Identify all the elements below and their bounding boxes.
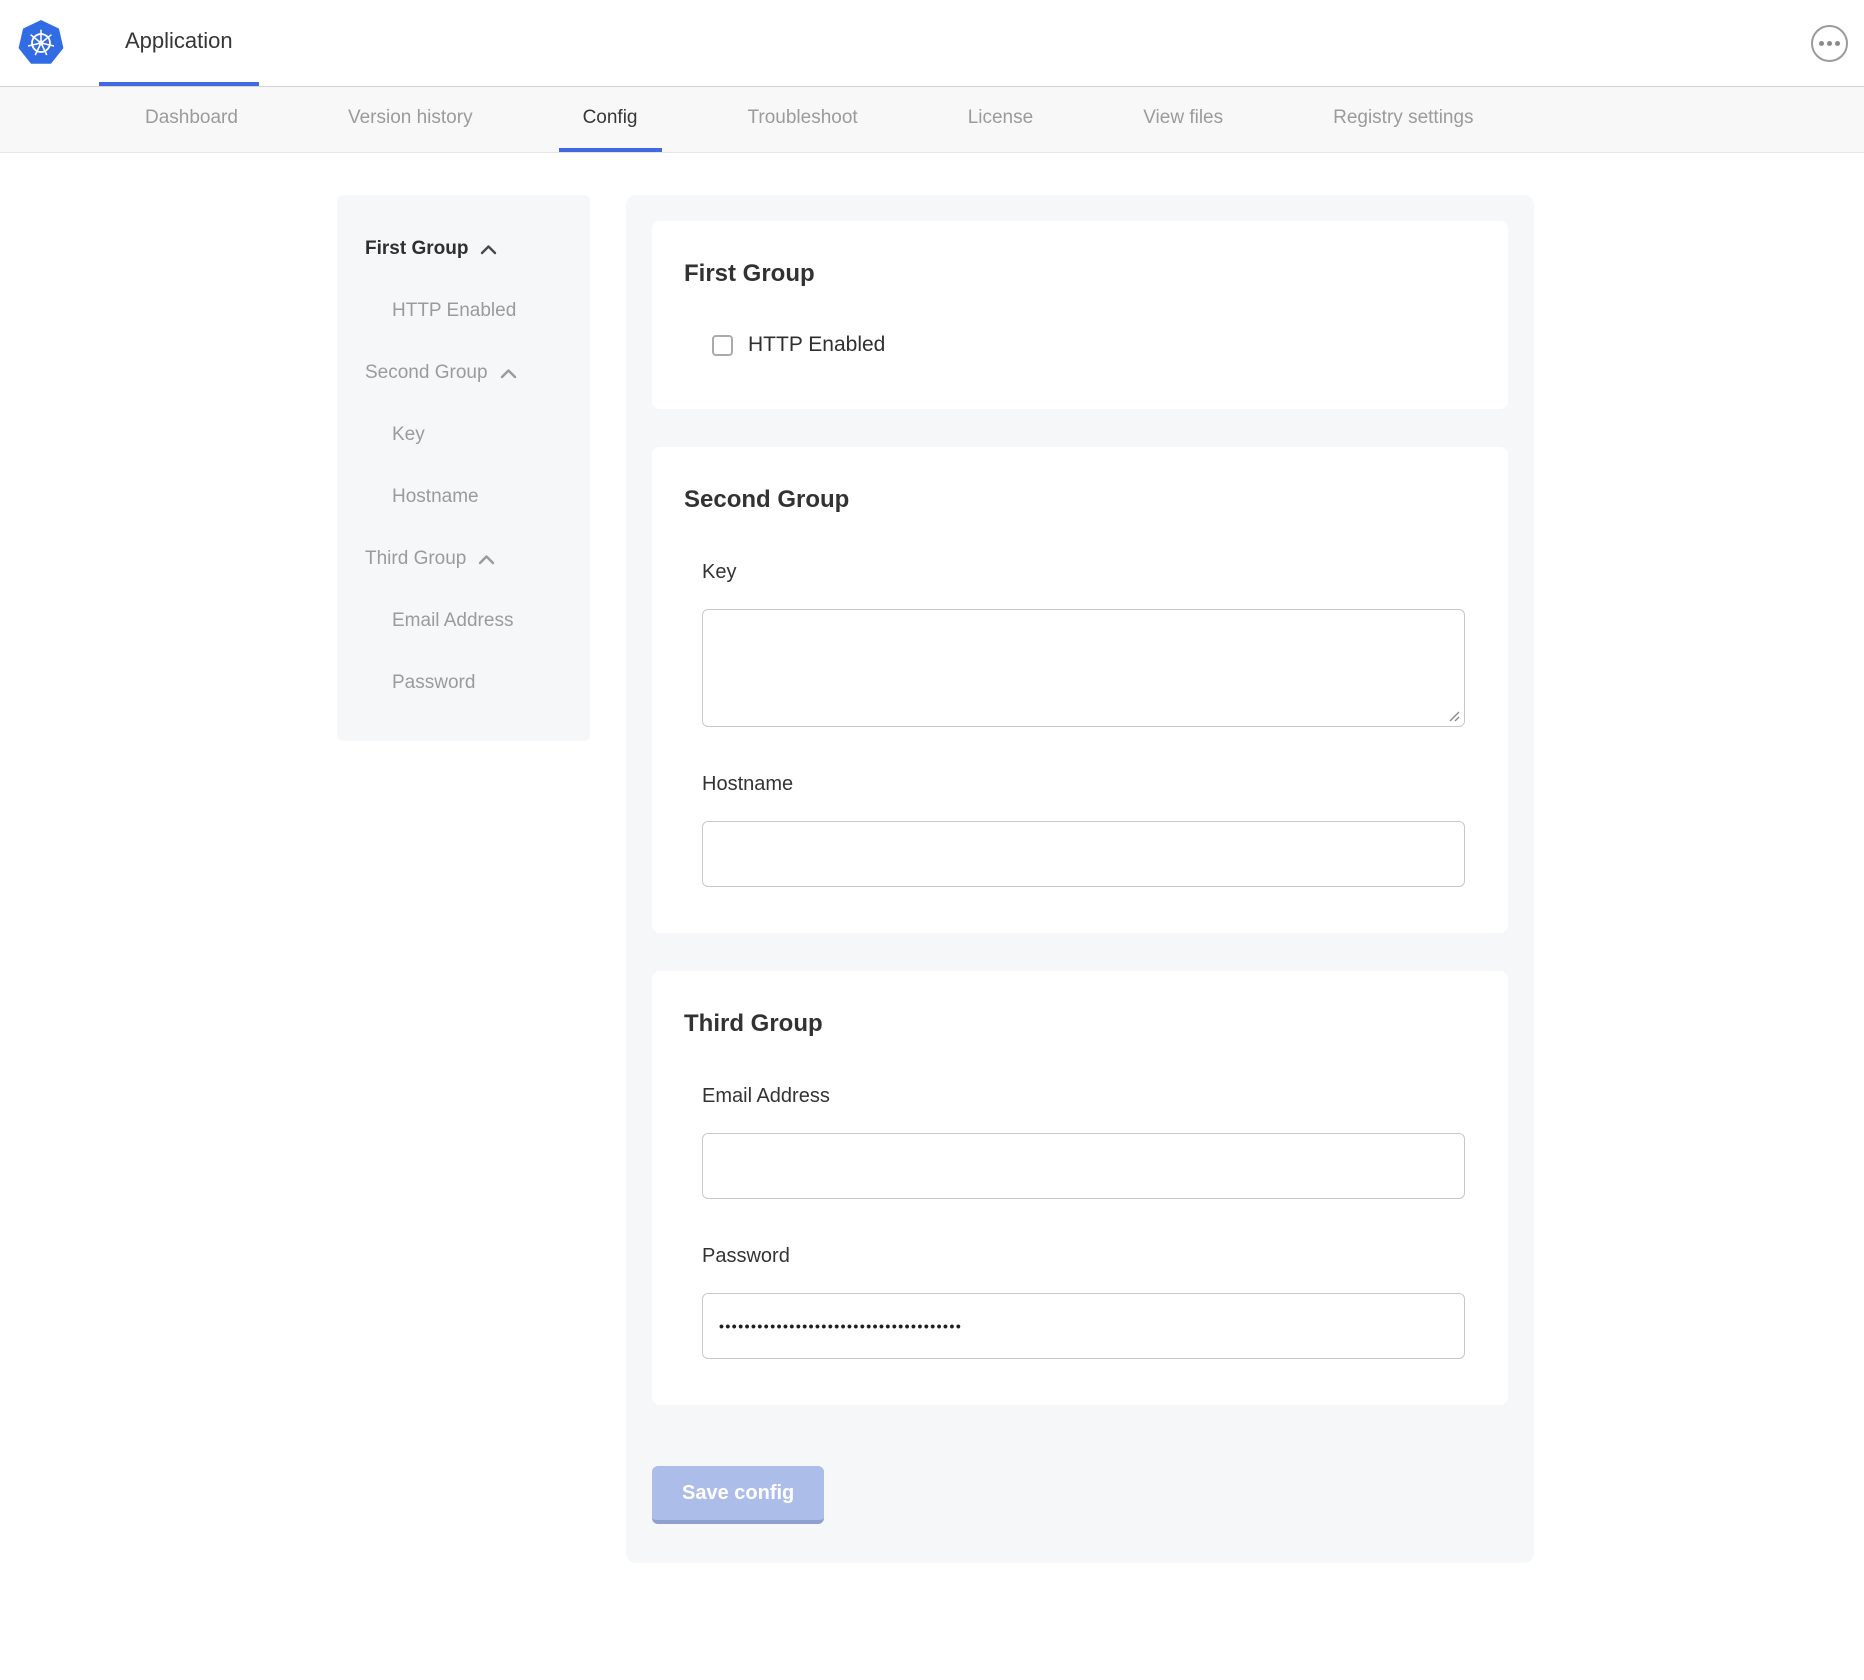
email-address-input[interactable]	[702, 1133, 1465, 1199]
key-field: Key	[702, 559, 1464, 727]
password-label: Password	[702, 1243, 1464, 1269]
config-group-card-third: Third Group Email Address Password	[652, 971, 1508, 1405]
hostname-field: Hostname	[702, 771, 1464, 887]
sidebar-group-label: Second Group	[365, 359, 488, 387]
tab-version-history[interactable]: Version history	[324, 87, 497, 152]
kubernetes-logo-icon	[18, 19, 64, 67]
sidebar-item-email-address[interactable]: Email Address	[365, 607, 570, 635]
sidebar-group-label: Third Group	[365, 545, 466, 573]
chevron-up-icon	[478, 554, 495, 565]
key-textarea[interactable]	[702, 609, 1465, 727]
logo-container	[0, 0, 99, 86]
sidebar-item-hostname[interactable]: Hostname	[365, 483, 570, 511]
tab-troubleshoot[interactable]: Troubleshoot	[724, 87, 882, 152]
group-title: Second Group	[684, 485, 1464, 515]
email-address-label: Email Address	[702, 1083, 1464, 1109]
tab-config[interactable]: Config	[559, 87, 662, 152]
group-title: Third Group	[684, 1009, 1464, 1039]
email-address-field: Email Address	[702, 1083, 1464, 1199]
chevron-up-icon	[500, 368, 517, 379]
group-title: First Group	[684, 259, 1464, 289]
hostname-label: Hostname	[702, 771, 1464, 797]
password-input[interactable]	[702, 1293, 1465, 1359]
sidebar-group-second-group[interactable]: Second Group	[365, 359, 570, 387]
config-page: First Group HTTP Enabled Second Group Ke…	[0, 153, 1864, 1563]
hostname-input[interactable]	[702, 821, 1465, 887]
http-enabled-field: HTTP Enabled	[712, 333, 1464, 357]
tab-dashboard[interactable]: Dashboard	[121, 87, 262, 152]
app-header: Application	[0, 0, 1864, 87]
key-label: Key	[702, 559, 1464, 585]
sidebar-item-key[interactable]: Key	[365, 421, 570, 449]
config-form-area: First Group HTTP Enabled Second Group Ke…	[626, 195, 1534, 1563]
sidebar-group-third-group[interactable]: Third Group	[365, 545, 570, 573]
password-field: Password	[702, 1243, 1464, 1359]
tab-registry-settings[interactable]: Registry settings	[1309, 87, 1497, 152]
application-tab-label: Application	[125, 28, 233, 54]
config-group-card-second: Second Group Key Hostname	[652, 447, 1508, 933]
overflow-menu-button[interactable]	[1811, 25, 1848, 62]
config-sidebar: First Group HTTP Enabled Second Group Ke…	[337, 195, 590, 741]
save-config-button[interactable]: Save config	[652, 1466, 824, 1524]
sidebar-group-first-group[interactable]: First Group	[365, 235, 570, 263]
tab-license[interactable]: License	[944, 87, 1058, 152]
chevron-up-icon	[480, 244, 497, 255]
sidebar-item-password[interactable]: Password	[365, 669, 570, 697]
sidebar-item-http-enabled[interactable]: HTTP Enabled	[365, 297, 570, 325]
tab-view-files[interactable]: View files	[1119, 87, 1247, 152]
application-tab[interactable]: Application	[99, 0, 259, 86]
http-enabled-label: HTTP Enabled	[748, 333, 885, 357]
ellipsis-icon	[1819, 41, 1824, 46]
http-enabled-checkbox[interactable]	[712, 335, 733, 356]
main-nav-tabbar: Dashboard Version history Config Trouble…	[0, 87, 1864, 153]
config-group-card-first: First Group HTTP Enabled	[652, 221, 1508, 409]
sidebar-group-label: First Group	[365, 235, 468, 263]
